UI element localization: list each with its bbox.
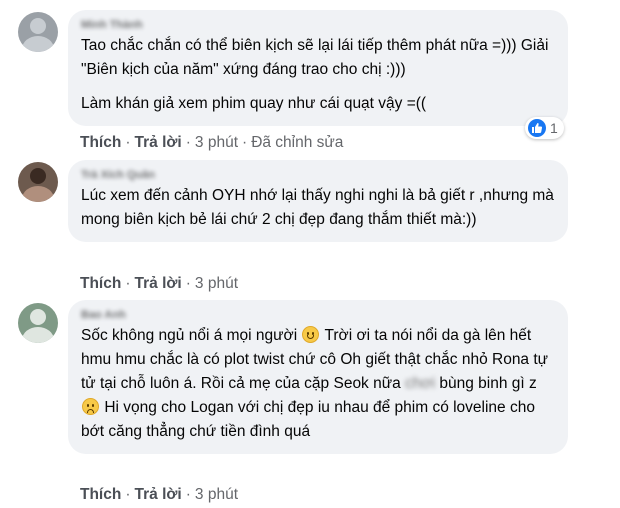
- comment-time[interactable]: 3 phút: [195, 486, 238, 503]
- comment-actions: Thích · Trả lời · 3 phút: [80, 275, 239, 292]
- comment-author[interactable]: Trà Xích Quân: [81, 169, 554, 181]
- comment-text: Lúc xem đến cảnh OYH nhớ lại thấy nghi n…: [81, 187, 554, 228]
- comment-bubble: Bao Anh Sốc không ngủ nổi á mọi người Tr…: [68, 300, 568, 454]
- reply-button[interactable]: Trả lời: [135, 275, 182, 292]
- edited-label[interactable]: Đã chỉnh sửa: [251, 134, 343, 151]
- like-button[interactable]: Thích: [80, 275, 121, 292]
- thumbs-up-icon: [528, 119, 546, 137]
- like-button[interactable]: Thích: [80, 134, 121, 151]
- comment-actions: Thích · Trả lời · 3 phút: [80, 486, 239, 503]
- comment-text-part: Sốc không ngủ nổi á mọi người: [81, 327, 298, 344]
- comment-bubble: Minh Thành Tao chắc chắn có thể biên kịc…: [68, 10, 568, 126]
- comment-author[interactable]: Bao Anh: [81, 309, 554, 321]
- smile-emoji-icon: [302, 326, 320, 343]
- reaction-count-badge[interactable]: 1: [525, 117, 564, 139]
- comment-paragraph: Tao chắc chắn có thể biên kịch sẽ lại lá…: [81, 37, 549, 78]
- comment-time[interactable]: 3 phút: [195, 134, 238, 151]
- reaction-count: 1: [550, 120, 558, 136]
- blurred-word: chơi: [405, 375, 436, 392]
- like-button[interactable]: Thích: [80, 486, 121, 503]
- comment-text: Sốc không ngủ nổi á mọi người Trời ơi ta…: [81, 324, 554, 444]
- comment-author[interactable]: Minh Thành: [81, 19, 554, 31]
- reply-button[interactable]: Trả lời: [135, 134, 182, 151]
- avatar[interactable]: [18, 303, 58, 343]
- comment-paragraph: Làm khán giả xem phim quay như cái quạt …: [81, 95, 427, 112]
- comment-actions: Thích · Trả lời · 3 phút · Đã chỉnh sửa: [80, 134, 344, 151]
- reply-button[interactable]: Trả lời: [135, 486, 182, 503]
- avatar[interactable]: [18, 162, 58, 202]
- avatar[interactable]: [18, 12, 58, 52]
- comment-text-part: Hi vọng cho Logan với chị đẹp iu nhau để…: [81, 399, 535, 440]
- comment-time[interactable]: 3 phút: [195, 275, 238, 292]
- comment-bubble: Trà Xích Quân Lúc xem đến cảnh OYH nhớ l…: [68, 160, 568, 242]
- sad-emoji-icon: [82, 398, 99, 415]
- comment-text: Tao chắc chắn có thể biên kịch sẽ lại lá…: [81, 34, 554, 116]
- comment-text-part: bùng binh gì z: [439, 375, 537, 392]
